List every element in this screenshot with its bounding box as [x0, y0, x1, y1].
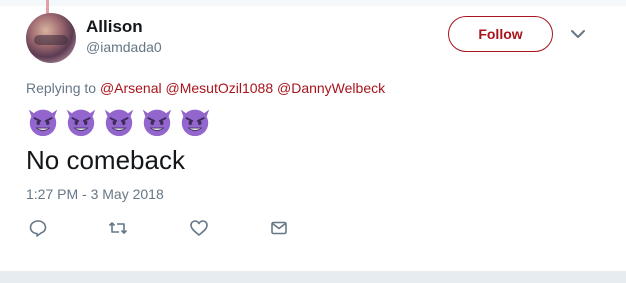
timeline-background-bottom [0, 272, 626, 283]
smiling-imp-emoji-icon [104, 109, 134, 137]
replying-to-line: Replying to @Arsenal @MesutOzil1088 @Dan… [26, 80, 385, 96]
tweet-timestamp[interactable]: 1:27 PM - 3 May 2018 [26, 186, 164, 202]
direct-message-icon[interactable] [269, 218, 289, 238]
mention-link-arsenal[interactable]: @Arsenal [100, 80, 162, 96]
smiling-imp-emoji-icon [66, 109, 96, 137]
like-icon[interactable] [189, 218, 209, 238]
mention-link-dannywelbeck[interactable]: @DannyWelbeck [277, 80, 385, 96]
user-name[interactable]: Allison [86, 17, 143, 37]
chevron-down-icon[interactable] [569, 27, 587, 41]
retweet-icon[interactable] [108, 218, 128, 238]
emoji-row [26, 104, 212, 138]
thread-connector-line [46, 0, 49, 14]
mention-link-mesutozil[interactable]: @MesutOzil1088 [166, 80, 274, 96]
smiling-imp-emoji-icon [28, 109, 58, 137]
user-handle[interactable]: @iamdada0 [86, 39, 162, 55]
replying-to-label: Replying to [26, 80, 97, 96]
reply-icon[interactable] [28, 218, 48, 238]
smiling-imp-emoji-icon [180, 109, 210, 137]
tweet-text: No comeback [26, 145, 185, 175]
avatar[interactable] [26, 13, 76, 63]
smiling-imp-emoji-icon [142, 109, 172, 137]
follow-button[interactable]: Follow [448, 16, 553, 52]
